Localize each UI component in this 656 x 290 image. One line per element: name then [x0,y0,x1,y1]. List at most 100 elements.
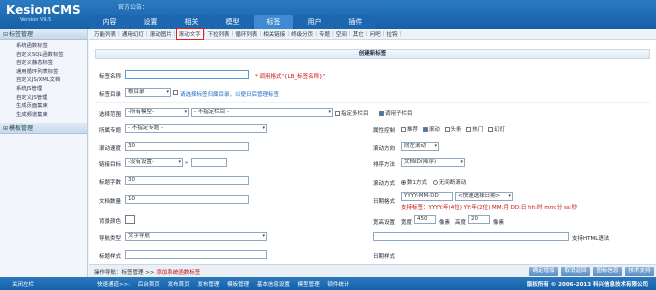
attr-hot-checkbox[interactable] [466,126,472,132]
tag-name-input[interactable] [125,70,249,79]
sidebar-section-tags[interactable]: ⊟标签管理 [0,29,87,40]
subtab-special[interactable]: 专题 [318,30,331,38]
subtab-scroll-image[interactable]: 滚动图片 [149,30,173,38]
special-label: 所属专题 [99,128,122,134]
quick-link-stats[interactable]: 顿件统计 [327,282,349,288]
bgcolor-picker[interactable] [125,215,135,224]
quick-link-admin-home[interactable]: 后台首页 [138,282,160,288]
sidebar: ⊟标签管理 系统函数标签 自定义SQL函数标签 自定义静态标签 通用循环列表标签… [0,29,88,277]
subtab-ask[interactable]: 问吧 [369,30,382,38]
sidebar-item-loop-list-tag[interactable]: 通用循环列表标签 [0,68,87,77]
doc-count-input[interactable]: 10 [125,195,249,204]
attr-recommend-checkbox[interactable] [401,126,406,132]
nav-tab-users[interactable]: 用户 [295,15,334,29]
nav-text-input[interactable] [373,232,569,241]
specify-multi-column[interactable]: 指定多栏目 [335,109,369,117]
panel-title: 创建新标签 [95,49,650,59]
attr-headline-text: 头条 [450,127,462,133]
close-left-column-button[interactable]: 关闭左栏 [12,280,34,288]
attr-recommend-text: 推荐 [407,127,419,133]
sidebar-item-custom-js[interactable]: 自定义JS管理 [0,94,87,103]
quick-label: 快速通道>>: [97,282,131,288]
app-version: Version V9.5 [20,17,52,23]
subtab-pagination[interactable]: 终级分页 [290,30,314,38]
action-bar: 操作导航：标签管理 >> 添加系统函数标签 确定增加 取消返回 图标信息 技术支… [89,264,656,277]
nav-tab-content[interactable]: 内容 [90,15,129,29]
link-target-select[interactable]: -没有设置- [125,158,183,167]
scroll-mode-label: 滚动方式 [373,181,396,187]
subtab-scroll-text[interactable]: 滚动文字 [175,28,204,40]
attr-scroll-checkbox[interactable] [422,126,428,132]
scroll-dir-select[interactable]: 向左滚动 [401,142,439,151]
attr-scroll-text: 滚动 [428,127,440,133]
attr-hot-text: 热门 [472,127,484,133]
cancel-return-button[interactable]: 取消返回 [561,267,590,276]
nav-tab-plugins[interactable]: 插件 [336,15,375,29]
quick-link-publish-home[interactable]: 发布首页 [168,282,190,288]
date-format-hint: 支持标签：YYYY:年(4位) YY:年(2位) MM:月 DD:日 hh:时 … [401,205,578,211]
attr-slide-checkbox[interactable] [488,126,494,132]
subtab-space[interactable]: 空间 [335,30,348,38]
sidebar-item-page-bundle[interactable]: 生成页面集束 [0,102,87,111]
specify-multi-checkbox[interactable] [335,110,340,116]
subtab-universal-list[interactable]: 万能列表 [93,30,117,38]
scroll-speed-input[interactable]: 30 [125,142,249,151]
breadcrumb-link-tags[interactable]: 标签管理 [122,270,144,276]
title-style-input[interactable] [125,250,267,259]
nav-tab-settings[interactable]: 设置 [131,15,170,29]
call-sub-column[interactable]: 调用子栏目 [379,109,413,117]
tech-support-button[interactable]: 技术支持 [625,267,654,276]
main-nav: 内容 设置 相关 模型 标签 用户 插件 [90,15,377,29]
sidebar-item-channel-bundle[interactable]: 生成频道集束 [0,111,87,120]
height-input[interactable]: 20 [468,215,490,224]
tag-dir-select[interactable]: 根目录 [125,88,171,97]
sidebar-section-templates[interactable]: ⊞模板管理 [0,123,87,135]
sidebar-item-custom-sql-tag[interactable]: 自定义SQL函数标签 [0,51,87,60]
date-format-input[interactable]: YYYY-MM-DD [401,192,453,201]
scroll-mode-radio-1[interactable] [401,179,406,185]
confirm-add-button[interactable]: 确定增加 [529,267,558,276]
quick-link-basic-settings[interactable]: 基本信息设置 [257,282,290,288]
sidebar-item-custom-static-tag[interactable]: 自定义静态标签 [0,59,87,68]
sidebar-item-custom-js-xml[interactable]: 自定义JS/XML文档 [0,76,87,85]
call-sub-checkbox[interactable] [379,110,384,116]
sort-select[interactable]: 文档ID(降序) [401,158,465,167]
nav-tab-model[interactable]: 模型 [213,15,252,29]
quick-link-model-manage[interactable]: 模型管理 [298,282,320,288]
quick-link-template-manage[interactable]: 模板管理 [227,282,249,288]
nav-type-select[interactable]: 文字导航 [125,232,267,241]
scope-model-select[interactable]: -所有模型- [125,108,189,117]
subtab-other[interactable]: 其它 [352,30,365,38]
title-chars-input[interactable]: 30 [125,176,249,185]
special-select[interactable]: - 不指定专题 - [125,124,267,133]
subtab-slideshow[interactable]: 通用幻灯 [121,30,145,38]
tag-dir-label: 标签目录 [99,92,122,98]
main-panel: 万能列表 | 通用幻灯 | 滚动图片 | 滚动文字 | 下拉列表 | 循环列表 | 相关链接… [89,28,656,277]
link-target-input[interactable] [191,158,227,167]
width-input[interactable]: 450 [414,215,436,224]
height-label: 高度 [455,220,467,226]
subtab-related-links[interactable]: 相关链接 [262,30,286,38]
bgcolor-label: 背景颜色 [99,219,122,225]
tag-dir-hint: 请选择标签归属目录，以便日后管理标签 [180,92,280,98]
date-format-select[interactable]: <快速选择日期> [455,192,513,201]
scope-column-select[interactable]: - 不指定栏目 - [191,108,333,117]
scroll-mode-radio-2[interactable] [432,179,438,185]
nav-type-label: 导航类型 [99,236,122,242]
breadcrumb-prefix: 操作导航： [94,270,122,276]
nav-tab-related[interactable]: 相关 [172,15,211,29]
subtab-loop-list[interactable]: 循环列表 [234,30,258,38]
tag-type-tabs: 万能列表 | 通用幻灯 | 滚动图片 | 滚动文字 | 下拉列表 | 循环列表 | 相关链接… [89,28,656,40]
subtab-lagou[interactable]: 拉钩 [386,30,399,38]
icon-info-button[interactable]: 图标信息 [593,267,622,276]
sort-label: 排序方法 [373,162,396,168]
attr-headline-checkbox[interactable] [444,126,450,132]
sidebar-item-system-js[interactable]: 系统JS管理 [0,85,87,94]
sidebar-list: 系统函数标签 自定义SQL函数标签 自定义静态标签 通用循环列表标签 自定义JS… [0,40,87,121]
footer: 关闭左栏 快速通道>>: 后台首页 发布首页 发布管理 模板管理 基本信息设置 … [0,277,656,290]
sidebar-item-system-function-tag[interactable]: 系统函数标签 [0,42,87,51]
subtab-dropdown-list[interactable]: 下拉列表 [207,30,231,38]
nav-tab-tags[interactable]: 标签 [254,15,293,29]
quick-link-publish-manage[interactable]: 发布管理 [197,282,219,288]
top-header: KesionCMS Version V9.5 官方公告： 内容 设置 相关 模型… [0,0,656,29]
